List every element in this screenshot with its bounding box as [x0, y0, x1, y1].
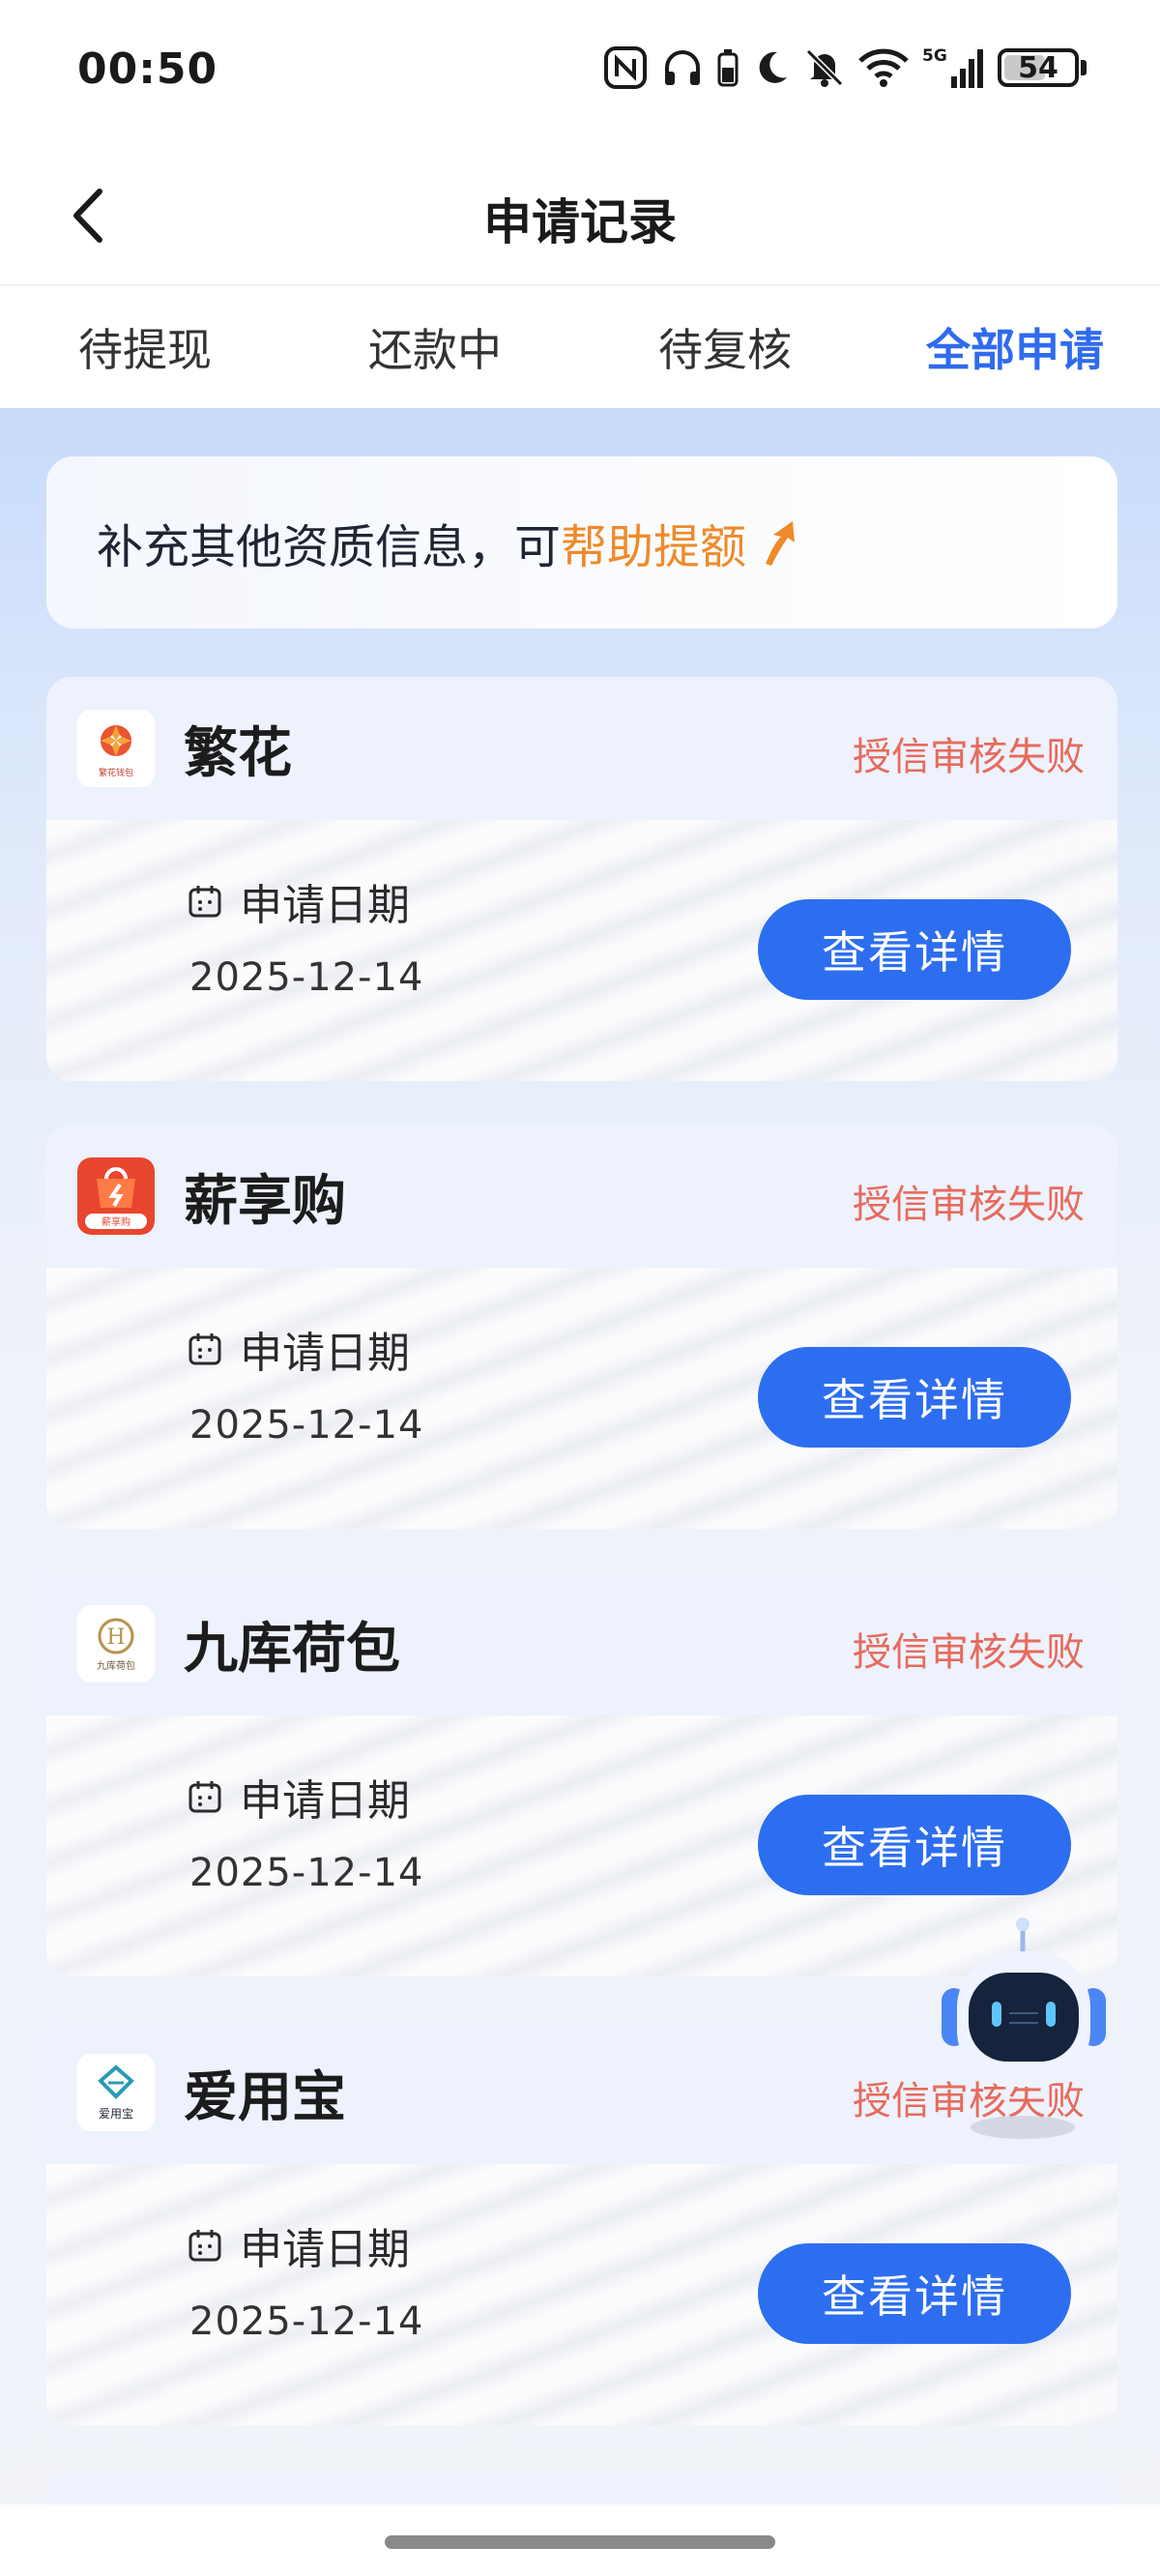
tab-pending-review[interactable]: 待复核 [580, 286, 870, 408]
record-card-header: H 九库荷包 九库荷包 授信审核失败 [46, 1572, 1117, 1715]
application-date: 2025-12-14 [189, 1851, 424, 1895]
calendar-icon [188, 2230, 221, 2262]
logo-text: 爱用宝 [99, 2107, 133, 2121]
app-logo-jiuku: H 九库荷包 [77, 1605, 155, 1683]
logo-text: 薪享购 [102, 1215, 130, 1228]
app-logo-fanhua: 繁花钱包 [77, 710, 155, 787]
application-date: 2025-12-14 [189, 2299, 424, 2344]
view-details-button[interactable]: 查看详情 [758, 899, 1071, 1000]
application-date: 2025-12-14 [189, 1403, 424, 1448]
app-name: 九库荷包 [184, 1617, 400, 1681]
status-icons: 5G 54 [603, 41, 1087, 95]
status-badge: 授信审核失败 [853, 1183, 1085, 1227]
record-card-header: 薪享购 薪享购 授信审核失败 [46, 1125, 1117, 1268]
calendar-icon [188, 1333, 221, 1365]
date-label: 申请日期 [240, 881, 410, 930]
app-logo-aiyongbao: 爱用宝 [77, 2054, 155, 2131]
date-label: 申请日期 [240, 2225, 410, 2274]
bell-muted-icon [805, 48, 844, 87]
banner-highlight: 帮助提额 [561, 520, 747, 574]
banner-text: 补充其他资质信息，可 [97, 520, 562, 574]
tab-all-applications[interactable]: 全部申请 [870, 286, 1160, 408]
content-area: 补充其他资质信息，可 帮助提额 繁花钱包 繁花 授信审核失败 申请日期 2025… [0, 408, 1160, 2576]
battery-level: 54 [1018, 50, 1058, 85]
robot-assistant-icon[interactable] [936, 1913, 1112, 2145]
logo-text: 九库荷包 [97, 1659, 135, 1672]
battery-icon: 54 [998, 48, 1079, 87]
record-card: 繁花钱包 繁花 授信审核失败 申请日期 2025-12-14 查看详情 [46, 677, 1117, 1081]
view-details-button[interactable]: 查看详情 [758, 1347, 1071, 1448]
record-card: 薪享购 薪享购 授信审核失败 申请日期 2025-12-14 查看详情 [46, 1125, 1117, 1529]
credit-boost-banner[interactable]: 补充其他资质信息，可 帮助提额 [46, 456, 1117, 629]
small-battery-icon [717, 49, 739, 87]
calendar-icon [188, 1781, 221, 1813]
app-logo-xinxianggou: 薪享购 [77, 1157, 155, 1235]
home-indicator[interactable] [385, 2535, 775, 2549]
status-time: 00:50 [77, 44, 218, 94]
record-card-body: 申请日期 2025-12-14 查看详情 [46, 1268, 1117, 1529]
status-bar: 00:50 5G 54 [0, 0, 1160, 145]
view-details-button[interactable]: 查看详情 [758, 2243, 1071, 2344]
logo-text: 繁花钱包 [99, 767, 133, 778]
status-badge: 授信审核失败 [853, 735, 1085, 779]
nfc-icon [604, 46, 647, 89]
record-card-header: 繁花钱包 繁花 授信审核失败 [46, 677, 1117, 820]
page-title: 申请记录 [483, 194, 677, 250]
arrow-up-right-icon [758, 517, 800, 568]
record-card-body: 申请日期 2025-12-14 查看详情 [46, 2164, 1117, 2425]
svg-text:H: H [106, 1625, 125, 1650]
application-date: 2025-12-14 [189, 955, 424, 1000]
tab-bar: 待提现 还款中 待复核 全部申请 [0, 284, 1160, 408]
signal-5g-icon: 5G [922, 46, 983, 88]
svg-text:5G: 5G [922, 46, 947, 66]
wifi-icon [858, 48, 909, 87]
tab-repaying[interactable]: 还款中 [290, 286, 580, 408]
nav-bar: 申请记录 [0, 145, 1160, 284]
app-name: 薪享购 [184, 1169, 346, 1233]
record-card-body: 申请日期 2025-12-14 查看详情 [46, 820, 1117, 1081]
app-name: 爱用宝 [184, 2065, 346, 2129]
status-badge: 授信审核失败 [853, 1630, 1085, 1675]
date-label: 申请日期 [240, 1329, 410, 1378]
calendar-icon [188, 886, 221, 918]
tab-pending-withdraw[interactable]: 待提现 [0, 286, 290, 408]
app-name: 繁花 [184, 721, 292, 785]
moon-icon [759, 51, 787, 83]
headphones-icon [665, 50, 700, 85]
date-label: 申请日期 [240, 1776, 410, 1826]
view-details-button[interactable]: 查看详情 [758, 1795, 1071, 1895]
